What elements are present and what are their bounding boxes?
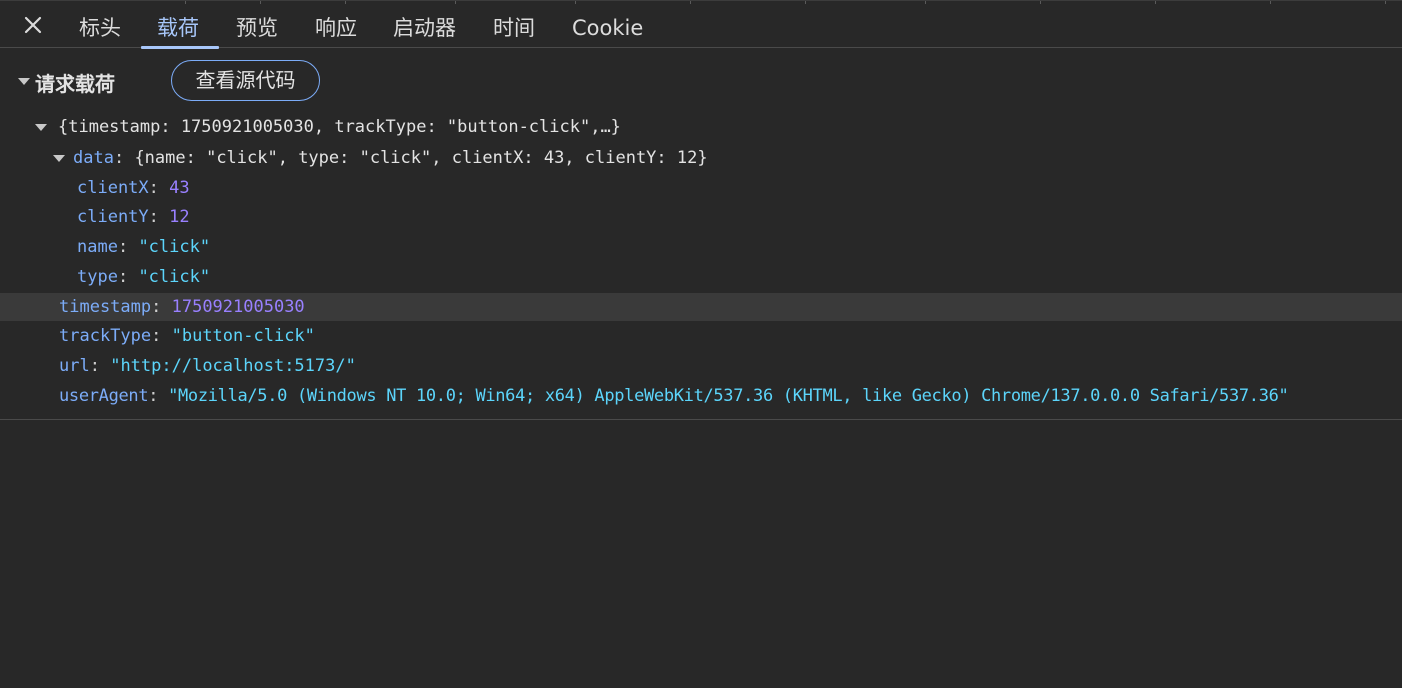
tree-value: "click": [138, 237, 210, 257]
active-tab-indicator: [141, 46, 219, 49]
tree-value: "click": [138, 267, 210, 287]
root-summary: {timestamp: 1750921005030, trackType: "b…: [58, 112, 621, 142]
tab-cookie[interactable]: Cookie: [572, 1, 643, 48]
data-summary: {name: "click", type: "click", clientX: …: [134, 148, 707, 168]
tree-row[interactable]: userAgent: "Mozilla/5.0 (Windows NT 10.0…: [0, 381, 1402, 411]
tree-row[interactable]: name: "click": [0, 232, 1402, 262]
tree-row-root[interactable]: {timestamp: 1750921005030, trackType: "b…: [0, 112, 1402, 142]
tree-key: userAgent: [59, 386, 148, 406]
tree-value: "button-click": [172, 326, 315, 346]
tree-value: 43: [169, 178, 189, 198]
tab-headers[interactable]: 标头: [79, 1, 121, 48]
tree-row[interactable]: type: "click": [0, 262, 1402, 292]
tree-key: clientX: [77, 178, 149, 198]
caret-down-icon[interactable]: [53, 155, 65, 162]
tree-key: type: [77, 267, 118, 287]
divider: [0, 419, 1402, 420]
top-edge-ticks: [0, 1, 1402, 4]
caret-down-icon[interactable]: [35, 124, 47, 131]
close-icon[interactable]: [20, 12, 46, 38]
tree-row[interactable]: clientX: 43: [0, 173, 1402, 203]
tree-key: name: [77, 237, 118, 257]
tree-row[interactable]: trackType: "button-click": [0, 321, 1402, 351]
tree-key: trackType: [59, 326, 151, 346]
tree-key: url: [59, 356, 90, 376]
tree-value: 1750921005030: [172, 297, 305, 317]
tree-row-selected[interactable]: timestamp: 1750921005030: [0, 293, 1402, 321]
tree-value: "Mozilla/5.0 (Windows NT 10.0; Win64; x6…: [168, 386, 1288, 406]
request-payload-header[interactable]: 请求载荷 查看源代码: [0, 58, 1402, 104]
tree-value: "http://localhost:5173/": [110, 356, 356, 376]
tab-payload[interactable]: 载荷: [157, 1, 199, 48]
tab-timing[interactable]: 时间: [493, 1, 535, 48]
tree-row[interactable]: clientY: 12: [0, 202, 1402, 232]
tree-value: 12: [169, 207, 189, 227]
tab-bar: 标头 载荷 预览 响应 启动器 时间 Cookie: [0, 0, 1402, 48]
tab-initiator[interactable]: 启动器: [393, 1, 456, 48]
tree-key: timestamp: [59, 297, 151, 317]
tree-row[interactable]: url: "http://localhost:5173/": [0, 351, 1402, 381]
tree-key: data: [73, 148, 114, 168]
tree-key: clientY: [77, 207, 149, 227]
tree-row-data[interactable]: data: {name: "click", type: "click", cli…: [0, 143, 1402, 173]
caret-down-icon[interactable]: [18, 78, 30, 85]
tab-response[interactable]: 响应: [315, 1, 357, 48]
tab-preview[interactable]: 预览: [236, 1, 278, 48]
view-source-button[interactable]: 查看源代码: [171, 60, 320, 101]
section-title: 请求载荷: [35, 68, 115, 97]
